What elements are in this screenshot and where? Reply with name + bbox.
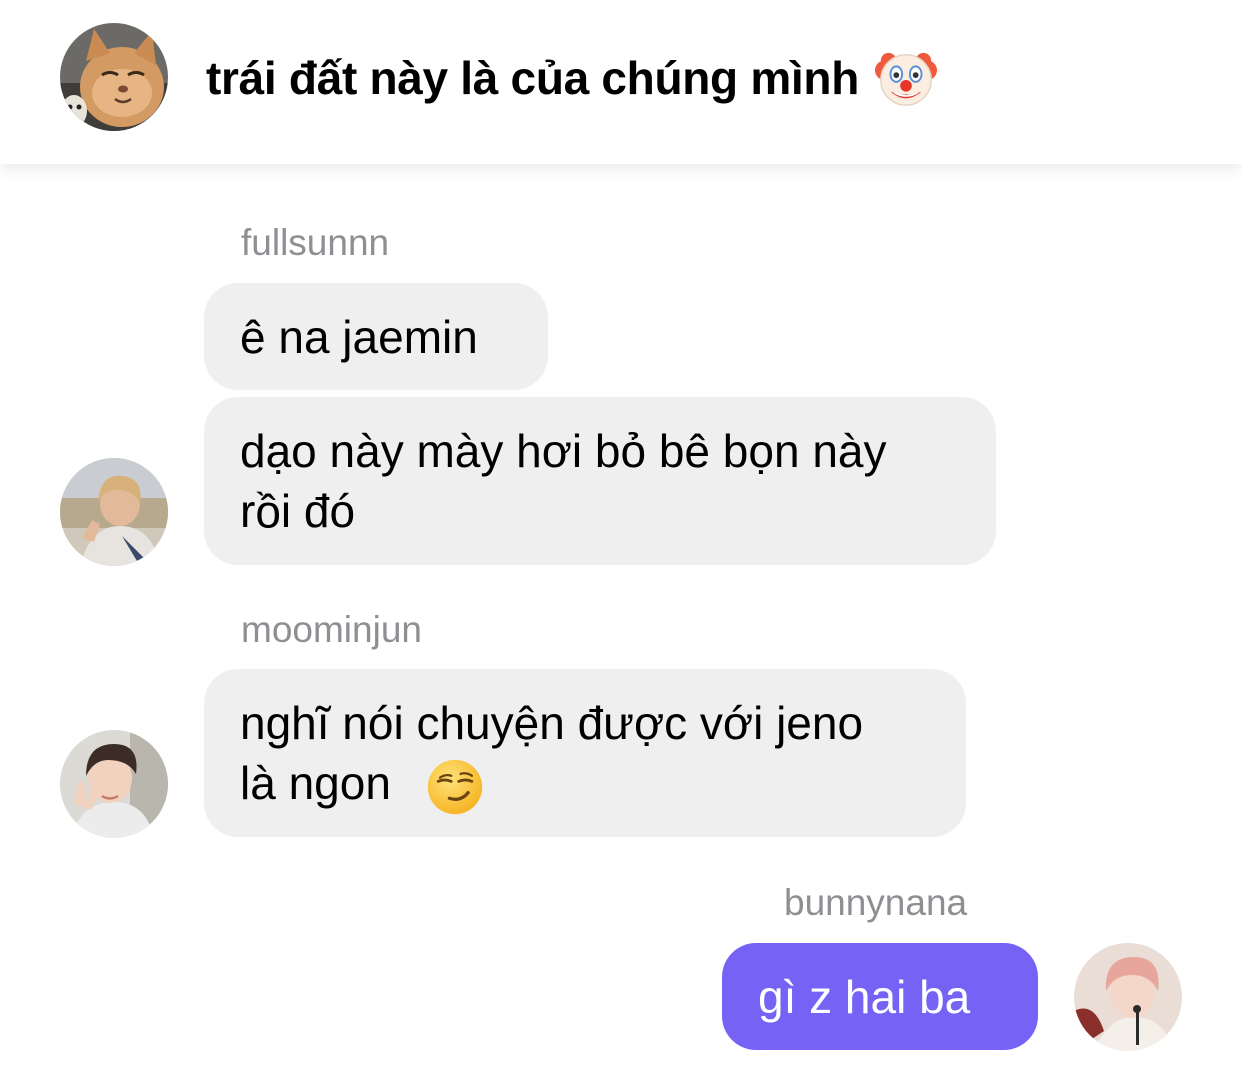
cat-avatar-icon — [60, 23, 168, 131]
my-avatar[interactable] — [1074, 943, 1182, 1051]
message-bubble-outgoing[interactable]: gì z hai ba — [722, 943, 1038, 1050]
message-bubble[interactable]: nghĩ nói chuyện được với jeno là ngon — [204, 669, 966, 837]
smirking-face-emoji-icon — [427, 759, 483, 815]
chat-title: trái đất này là của chúng mình — [206, 48, 938, 108]
user-avatar-fullsunnn-icon — [60, 458, 168, 566]
message-text: gì z hai ba — [758, 970, 971, 1023]
sender-name: moominjun — [241, 609, 422, 650]
user-avatar-moominjun-icon — [60, 730, 168, 838]
sender-avatar[interactable] — [60, 730, 168, 838]
sender-name: fullsunnn — [241, 222, 390, 263]
message-text: ê na jaemin — [240, 310, 478, 363]
sender-avatar[interactable] — [60, 458, 168, 566]
message-text: nghĩ nói chuyện được với jeno là ngon — [240, 697, 864, 809]
message-bubble[interactable]: dạo này mày hơi bỏ bê bọn này rồi đó — [204, 397, 996, 565]
chat-header: trái đất này là của chúng mình — [0, 0, 1242, 164]
group-avatar[interactable] — [60, 23, 168, 131]
user-avatar-bunnynana-icon — [1074, 943, 1182, 1051]
clown-face-emoji-icon — [875, 52, 938, 106]
message-bubble[interactable]: ê na jaemin — [204, 283, 548, 390]
message-text: dạo này mày hơi bỏ bê bọn này rồi đó — [240, 425, 887, 537]
sender-name: bunnynana — [784, 882, 968, 923]
chat-title-text: trái đất này là của chúng mình — [206, 52, 860, 104]
